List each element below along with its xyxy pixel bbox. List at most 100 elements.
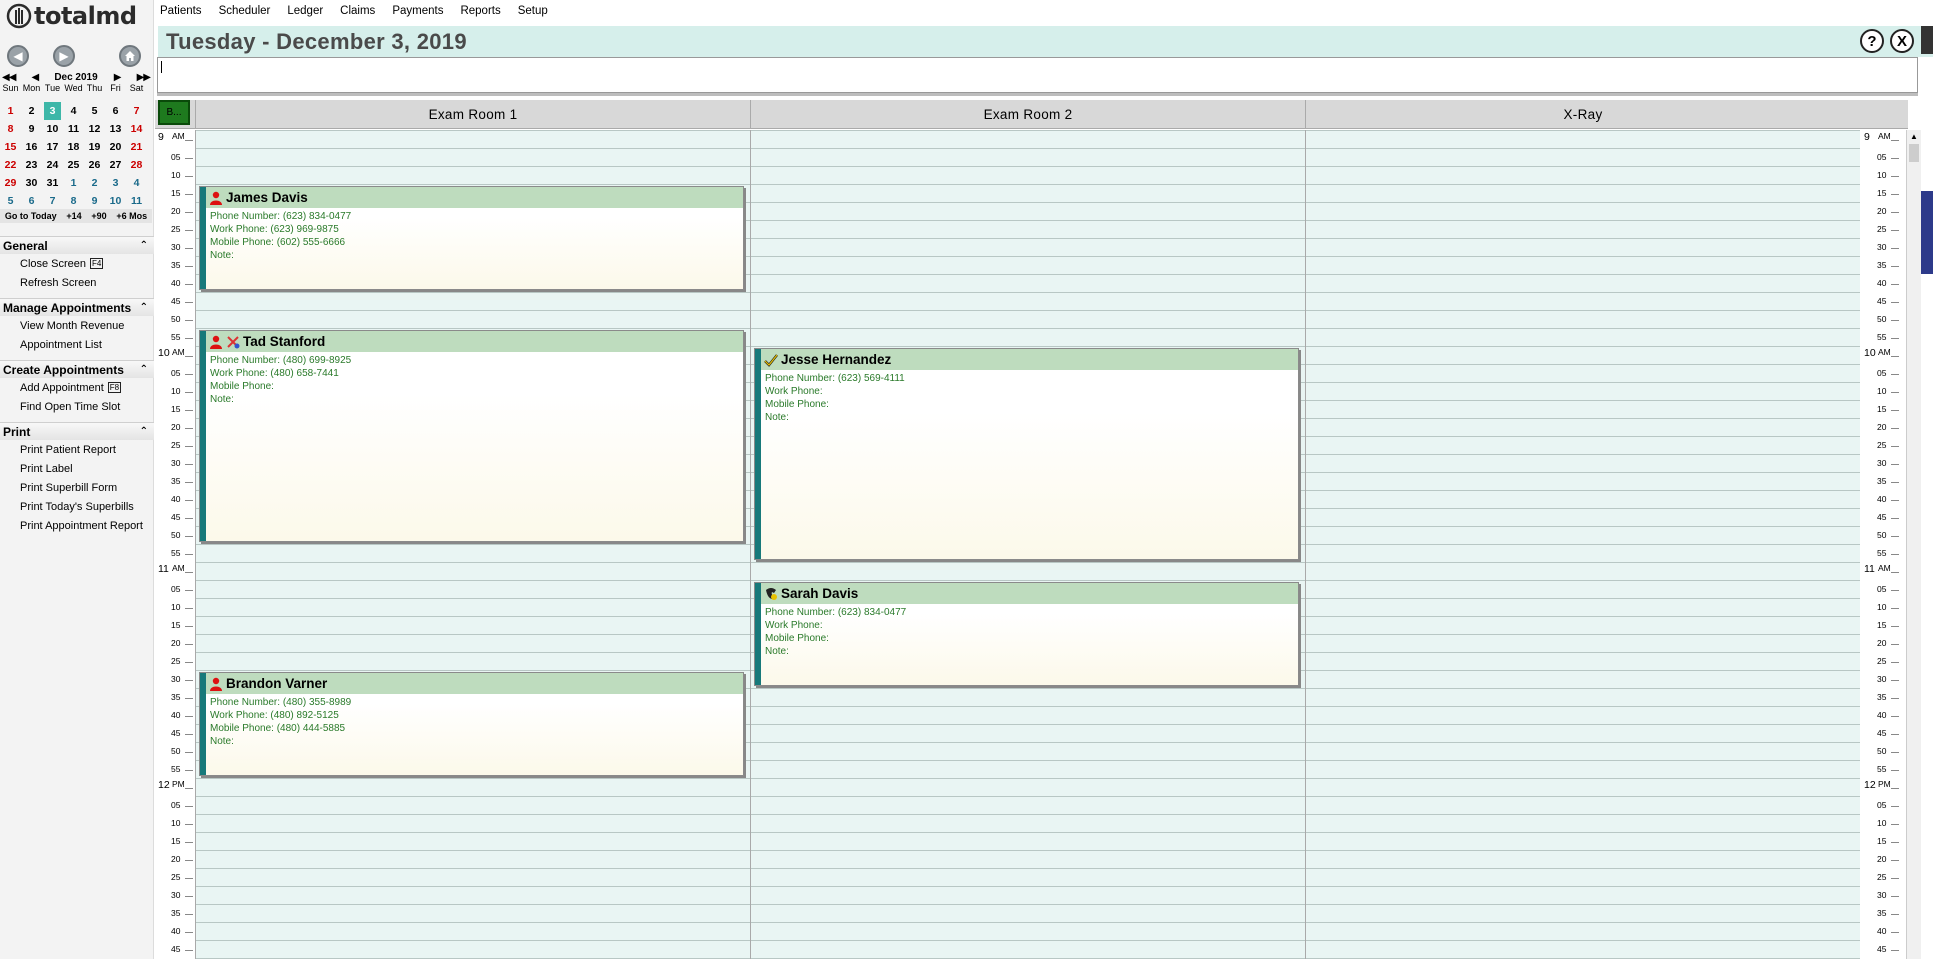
prev-year-button[interactable]: ◀◀ [2, 72, 16, 83]
calendar-day[interactable]: 15 [0, 138, 21, 156]
corner-button[interactable]: B... [158, 100, 190, 125]
calendar-day[interactable]: 1 [0, 102, 21, 120]
calendar-day[interactable]: 7 [42, 192, 63, 210]
appointment-card[interactable]: Tad Stanford Phone Number: (480) 699-8925… [199, 330, 744, 542]
time-tick [1891, 788, 1899, 789]
menu-item-patients[interactable]: Patients [160, 5, 202, 23]
calendar-day[interactable]: 8 [63, 192, 84, 210]
sidebar-item[interactable]: Print Patient Report [0, 440, 154, 459]
sidebar-item[interactable]: Refresh Screen [0, 273, 154, 292]
calendar-day[interactable]: 4 [63, 102, 84, 120]
calendar-day[interactable]: 21 [126, 138, 147, 156]
calendar-day[interactable]: 11 [63, 120, 84, 138]
calendar-jump-link[interactable]: +6 Mos [116, 211, 147, 221]
section-header[interactable]: Print ⌃ [0, 422, 154, 440]
patient-name: Jesse Hernandez [781, 352, 892, 367]
calendar-day[interactable]: 24 [42, 156, 63, 174]
calendar-day[interactable]: 29 [0, 174, 21, 192]
appointment-card[interactable]: Brandon Varner Phone Number: (480) 355-89… [199, 672, 744, 776]
calendar-day[interactable]: 17 [42, 138, 63, 156]
calendar-day[interactable]: 25 [63, 156, 84, 174]
sidebar-item[interactable]: Print Superbill Form [0, 478, 154, 497]
prev-month-button[interactable]: ◀ [32, 72, 40, 83]
menu-item-claims[interactable]: Claims [340, 5, 375, 23]
sidebar-item[interactable]: Close Screen F4 [0, 254, 154, 273]
collapse-icon[interactable]: ⌃ [140, 302, 154, 313]
time-slot-line [751, 904, 1305, 905]
menu-item-setup[interactable]: Setup [518, 5, 548, 23]
scroll-thumb[interactable] [1909, 144, 1919, 162]
calendar-day[interactable]: 23 [21, 156, 42, 174]
calendar-day[interactable]: 22 [0, 156, 21, 174]
collapse-icon[interactable]: ⌃ [140, 240, 154, 251]
collapse-icon[interactable]: ⌃ [140, 426, 154, 437]
calendar-day[interactable]: 8 [0, 120, 21, 138]
calendar-day[interactable]: 26 [84, 156, 105, 174]
menu-item-scheduler[interactable]: Scheduler [219, 5, 271, 23]
calendar-jump-link[interactable]: Go to Today [5, 211, 57, 221]
calendar-day[interactable]: 27 [105, 156, 126, 174]
sidebar-item[interactable]: Appointment List [0, 335, 154, 354]
calendar-day[interactable]: 30 [21, 174, 42, 192]
sidebar-item[interactable]: Find Open Time Slot [0, 397, 154, 416]
minute-label: 20 [1877, 206, 1887, 216]
calendar-day[interactable]: 3 [105, 174, 126, 192]
calendar-day[interactable]: 9 [84, 192, 105, 210]
time-tick [185, 806, 193, 807]
calendar-day[interactable]: 3 [44, 102, 61, 120]
calendar-day[interactable]: 6 [21, 192, 42, 210]
calendar-day[interactable]: 10 [105, 192, 126, 210]
calendar-day[interactable]: 9 [21, 120, 42, 138]
calendar-day[interactable]: 12 [84, 120, 105, 138]
calendar-day[interactable]: 11 [126, 192, 147, 210]
minute-label: 25 [1877, 656, 1887, 666]
calendar-day[interactable]: 28 [126, 156, 147, 174]
calendar-day[interactable]: 5 [0, 192, 21, 210]
calendar-day[interactable]: 10 [42, 120, 63, 138]
menu-item-ledger[interactable]: Ledger [287, 5, 323, 23]
back-button[interactable]: ◀ [7, 45, 29, 67]
calendar-day[interactable]: 6 [105, 102, 126, 120]
calendar-day[interactable]: 1 [63, 174, 84, 192]
calendar-day[interactable]: 16 [21, 138, 42, 156]
calendar-day[interactable]: 19 [84, 138, 105, 156]
appointment-card[interactable]: Jesse Hernandez Phone Number: (623) 569-4… [754, 348, 1299, 560]
calendar-jump-link[interactable]: +90 [91, 211, 106, 221]
section-header[interactable]: Manage Appointments ⌃ [0, 298, 154, 316]
section-header[interactable]: General ⌃ [0, 236, 154, 254]
help-button[interactable]: ? [1860, 29, 1884, 53]
calendar-day[interactable]: 2 [84, 174, 105, 192]
vertical-scrollbar[interactable]: ▲ [1906, 130, 1921, 959]
sidebar-item[interactable]: Print Label [0, 459, 154, 478]
calendar-jump-link[interactable]: +14 [66, 211, 81, 221]
calendar-day[interactable]: 4 [126, 174, 147, 192]
close-button[interactable]: X [1890, 29, 1914, 53]
sidebar-item[interactable]: Print Today's Superbills [0, 497, 154, 516]
note-input[interactable] [157, 57, 1918, 93]
calendar-day[interactable]: 31 [42, 174, 63, 192]
appointment-card[interactable]: James Davis Phone Number: (623) 834-0477 W… [199, 186, 744, 290]
home-button[interactable] [119, 45, 141, 67]
menu-item-payments[interactable]: Payments [392, 5, 443, 23]
section-header[interactable]: Create Appointments ⌃ [0, 360, 154, 378]
minute-label: 30 [171, 674, 181, 684]
calendar-day[interactable]: 14 [126, 120, 147, 138]
appointment-card[interactable]: Sarah Davis Phone Number: (623) 834-0477 W… [754, 582, 1299, 686]
scroll-up-icon[interactable]: ▲ [1907, 130, 1921, 144]
calendar-day[interactable]: 13 [105, 120, 126, 138]
calendar-day[interactable]: 20 [105, 138, 126, 156]
minute-label: 50 [171, 530, 181, 540]
forward-button[interactable]: ▶ [53, 45, 75, 67]
sidebar-item[interactable]: Add Appointment F8 [0, 378, 154, 397]
collapse-icon[interactable]: ⌃ [140, 364, 154, 375]
calendar-day[interactable]: 5 [84, 102, 105, 120]
sidebar-item[interactable]: View Month Revenue [0, 316, 154, 335]
calendar-day[interactable]: 18 [63, 138, 84, 156]
next-year-button[interactable]: ▶▶ [137, 72, 151, 83]
calendar-day[interactable]: 7 [126, 102, 147, 120]
menu-item-reports[interactable]: Reports [460, 5, 500, 23]
sidebar-item[interactable]: Print Appointment Report [0, 516, 154, 535]
calendar-day[interactable]: 2 [21, 102, 42, 120]
time-slot-line [196, 562, 750, 563]
next-month-button[interactable]: ▶ [114, 72, 122, 83]
